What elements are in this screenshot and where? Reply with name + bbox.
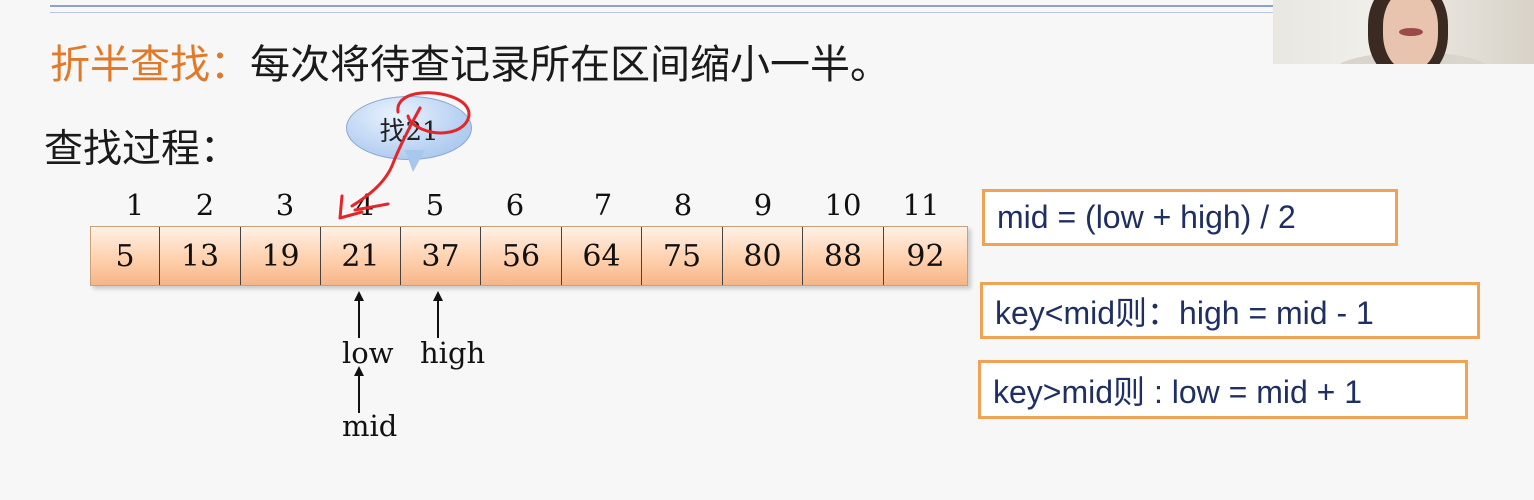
pen-annotation [338, 91, 471, 220]
ink-tick-stroke [353, 202, 390, 212]
